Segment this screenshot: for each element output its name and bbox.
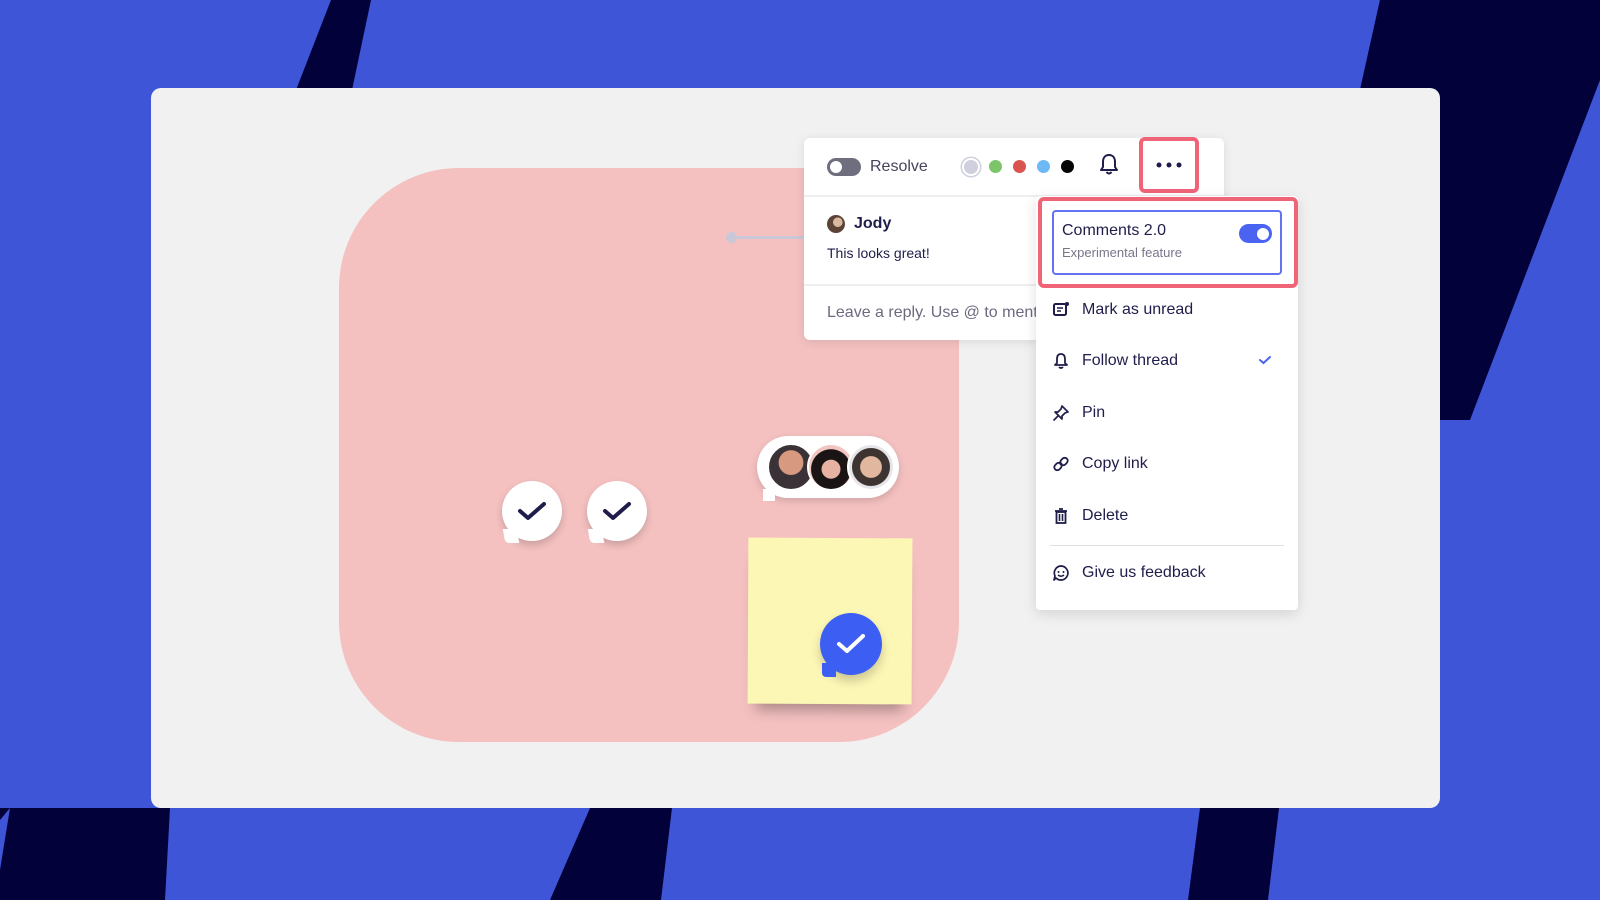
bell-icon <box>1052 352 1070 370</box>
comments-2-toggle[interactable] <box>1239 224 1272 243</box>
menu-item-label: Mark as unread <box>1082 301 1194 318</box>
comment-connector-line <box>728 236 808 239</box>
feedback-icon <box>1052 564 1070 582</box>
menu-item-copy-link[interactable]: Copy link <box>1052 449 1272 479</box>
menu-item-label: Follow thread <box>1082 352 1179 369</box>
author-avatar <box>827 215 845 233</box>
menu-item-give-feedback[interactable]: Give us feedback <box>1052 558 1272 588</box>
experimental-feature-toggle-row[interactable]: Comments 2.0 Experimental feature <box>1052 210 1282 275</box>
color-swatch-light-blue[interactable] <box>1036 160 1050 173</box>
feature-title: Comments 2.0 <box>1062 222 1167 239</box>
check-icon <box>603 502 631 520</box>
comment-anchor-dot[interactable] <box>726 232 737 243</box>
color-swatch-gray[interactable] <box>963 159 978 174</box>
avatar <box>847 443 895 491</box>
resolve-toggle[interactable] <box>827 157 861 176</box>
more-horizontal-icon <box>1156 162 1182 168</box>
sticky-note-comment-marker[interactable] <box>820 613 882 677</box>
menu-item-follow-thread[interactable]: Follow thread <box>1052 346 1272 376</box>
link-icon <box>1052 455 1070 473</box>
color-swatch-black[interactable] <box>1060 160 1074 173</box>
color-picker <box>963 159 1074 174</box>
menu-item-pin[interactable]: Pin <box>1052 398 1272 428</box>
menu-divider <box>1050 545 1284 546</box>
menu-item-label: Copy link <box>1082 455 1148 472</box>
more-options-button[interactable] <box>1139 137 1199 193</box>
menu-item-label: Delete <box>1082 507 1129 524</box>
resolve-label: Resolve <box>870 157 928 175</box>
color-swatch-red[interactable] <box>1012 160 1026 173</box>
feature-subtitle: Experimental feature <box>1062 245 1182 260</box>
resolved-comment-marker[interactable] <box>587 481 647 541</box>
check-icon <box>1258 352 1272 370</box>
menu-item-label: Give us feedback <box>1082 564 1206 581</box>
author-name: Jody <box>854 215 892 232</box>
pin-icon <box>1052 404 1070 422</box>
check-icon <box>837 634 865 653</box>
check-icon <box>518 502 546 520</box>
menu-item-mark-as-unread[interactable]: Mark as unread <box>1052 295 1272 325</box>
menu-item-label: Pin <box>1082 404 1106 421</box>
menu-item-delete[interactable]: Delete <box>1052 501 1272 531</box>
bell-icon[interactable] <box>1098 152 1120 181</box>
stripe <box>1188 808 1279 900</box>
trash-icon <box>1052 507 1070 525</box>
stripe <box>0 808 170 900</box>
color-swatch-green[interactable] <box>988 160 1002 173</box>
participants-comment-marker[interactable] <box>757 436 899 501</box>
resolved-comment-marker[interactable] <box>502 481 562 541</box>
mark-unread-icon <box>1052 301 1070 319</box>
